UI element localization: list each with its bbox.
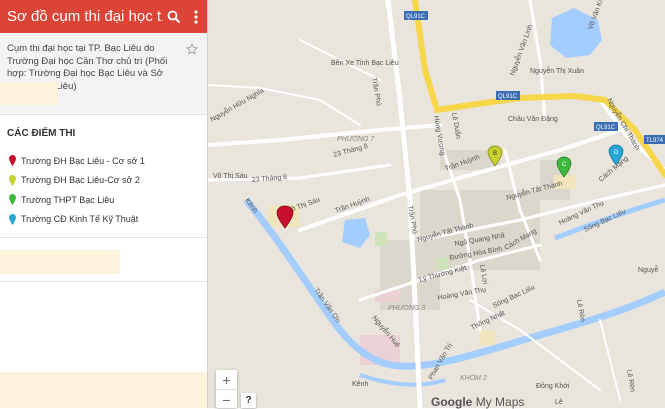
marker-pin-icon [9,155,16,167]
legend-item-label: Trường THPT Bạc Liêu [21,194,115,205]
marker-pin-icon [9,174,16,186]
highlight-block [0,372,207,408]
more-options-button[interactable] [185,0,207,33]
legend-item-4[interactable]: Trường CĐ Kinh Tế Kỹ Thuật [0,210,207,230]
map-label: Châu Văn Đặng [508,116,558,123]
google-logo: Google [431,395,473,409]
map-label: Kênh [352,381,368,388]
divider [0,237,207,238]
road-shield-label: QL91C [406,14,426,20]
map-label: Lê [555,399,563,406]
district-label: PHƯỜNG 3 [388,303,425,312]
help-button[interactable]: ? [241,393,256,408]
search-button[interactable] [163,0,185,33]
road-shield-label: QL91C [498,94,518,100]
star-button[interactable] [186,42,198,60]
map-label: Bến Xe Tỉnh Bạc Liêu [331,58,399,67]
marker-letter: D [614,150,619,156]
map-label: Nguyễn Thị Xuân [530,66,584,75]
sidebar: Sơ đồ cụm thi đại học t... Cụm thi đại h… [0,0,208,408]
district-label: KHÓM 2 [460,373,487,382]
search-icon [167,10,181,23]
marker-letter: C [562,162,567,168]
my-maps-label: My Maps [475,395,525,409]
road-shield-label: TL974 [646,138,664,144]
legend-layer: CÁC ĐIỂM THI Trường ĐH Bạc Liêu - Cơ sở … [0,117,207,229]
map-label: Nguyễ [638,265,658,274]
map-graphic: QL91C QL91C QL91C TL974 Bến Xe Tỉnh Bạc … [208,0,665,408]
legend-item-label: Trường ĐH Bạc Liêu-Cơ sở 2 [21,175,140,186]
marker-pin-icon [9,213,16,225]
legend-item-3[interactable]: Trường THPT Bạc Liêu [0,190,207,210]
legend-item-label: Trường ĐH Bạc Liêu - Cơ sở 1 [21,155,145,166]
legend-title: CÁC ĐIỂM THI [7,128,76,139]
highlight-block [0,82,58,105]
map-label: Võ Thị Sáu [213,173,248,180]
zoom-control: + − [216,370,237,408]
map-canvas[interactable]: QL91C QL91C QL91C TL974 Bến Xe Tỉnh Bạc … [208,0,665,408]
legend-item-1[interactable]: Trường ĐH Bạc Liêu - Cơ sở 1 [0,151,207,171]
zoom-out-button[interactable]: − [216,389,237,409]
road-shield-label: QL91C [596,125,616,131]
highlight-block [0,250,120,274]
legend-item-2[interactable]: Trường ĐH Bạc Liêu-Cơ sở 2 [0,171,207,191]
marker-letter: B [493,151,497,157]
more-vert-icon [194,9,198,24]
divider [0,281,207,282]
legend-item-label: Trường CĐ Kinh Tế Kỹ Thuật [21,214,139,225]
branding: Google My Maps [431,395,524,409]
map-label: Đồng Khởi [536,381,570,390]
marker-pin-icon [9,194,16,206]
map-title: Sơ đồ cụm thi đại học t... [7,8,163,25]
header-bar: Sơ đồ cụm thi đại học t... [0,0,207,33]
zoom-in-button[interactable]: + [216,370,237,389]
star-icon [186,42,198,55]
district-label: PHƯỜNG 7 [337,134,375,143]
